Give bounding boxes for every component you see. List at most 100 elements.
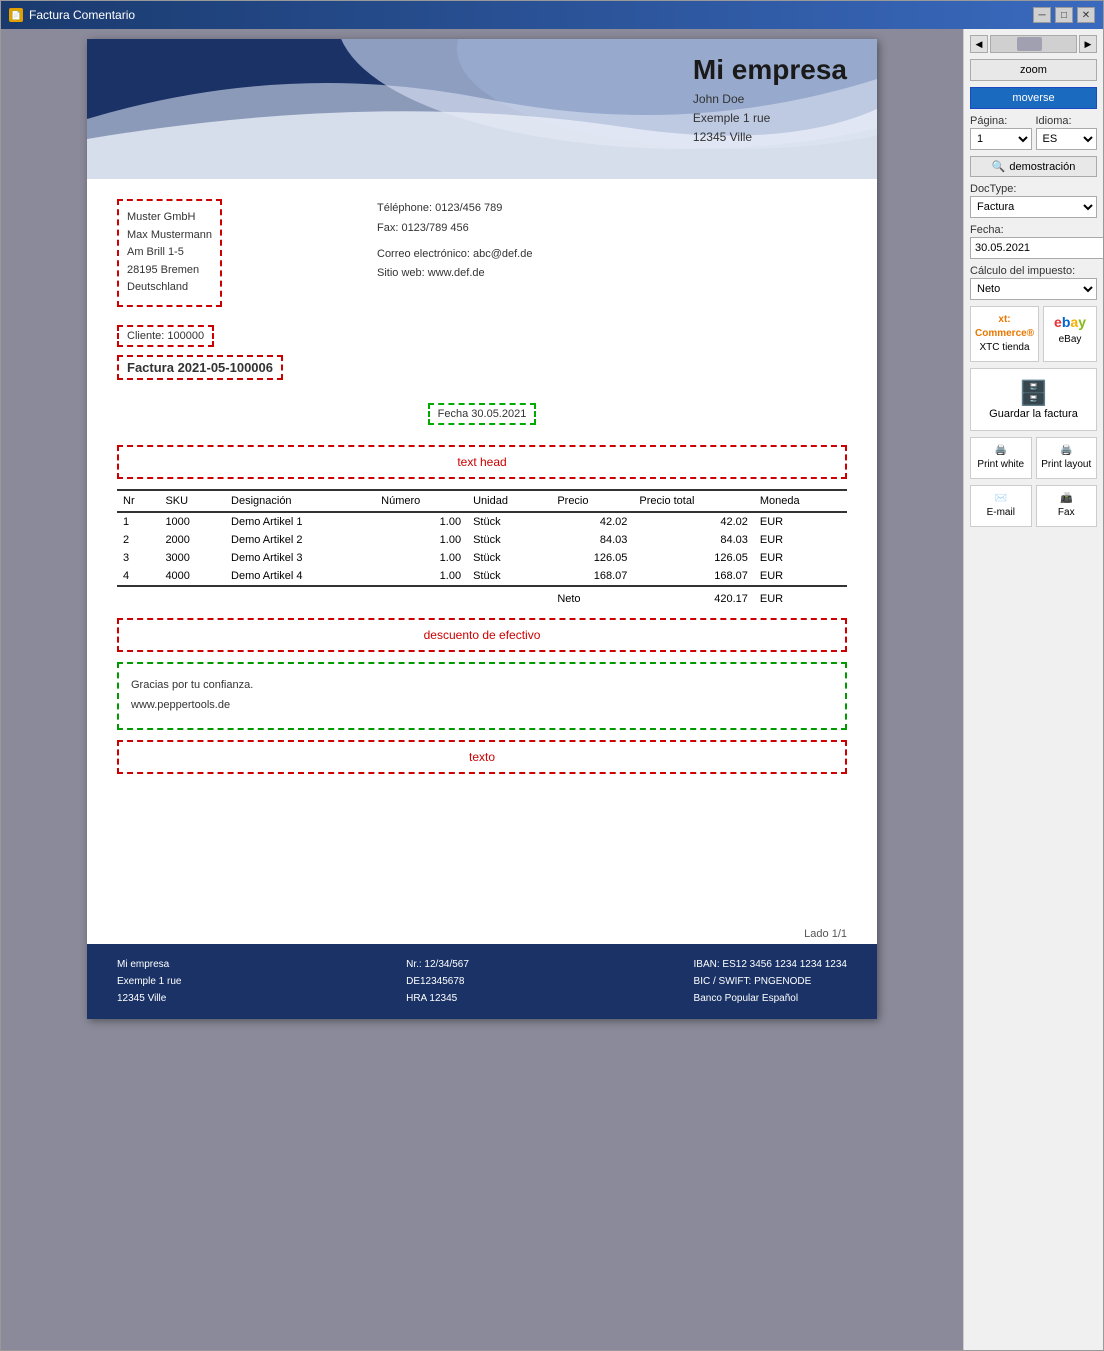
footer-company: Mi empresa	[117, 956, 181, 973]
minimize-button[interactable]: ─	[1033, 7, 1051, 23]
scroll-track[interactable]	[990, 35, 1077, 53]
xtc-button[interactable]: xt:Commerce® XTC tienda	[970, 306, 1039, 362]
page-indicator: Lado 1/1	[87, 924, 877, 944]
fax-label: Fax	[1041, 506, 1093, 520]
contact-address: Exemple 1 rue	[693, 109, 847, 128]
email-line: Correo electrónico: abc@def.de	[377, 245, 847, 265]
fecha-input[interactable]	[970, 237, 1103, 259]
footer-de: DE12345678	[406, 973, 469, 990]
ebay-label: eBay	[1048, 333, 1092, 347]
footer-address: Exemple 1 rue	[117, 973, 181, 990]
footer-col1: Mi empresa Exemple 1 rue 12345 Ville	[117, 956, 181, 1007]
scroll-left-arrow[interactable]: ◀	[970, 35, 988, 53]
cell-total: 168.07	[633, 567, 754, 586]
recipient-line2: Max Mustermann	[127, 227, 212, 245]
scroll-thumb	[1017, 37, 1043, 51]
print-layout-icon: 🖨️	[1041, 444, 1093, 458]
invoice-document: Mi empresa John Doe Exemple 1 rue 12345 …	[87, 39, 877, 1019]
app-window: 📄 Factura Comentario ─ □ ✕	[0, 0, 1104, 1351]
print-white-button[interactable]: 🖨️ Print white	[970, 437, 1032, 479]
doctype-label: DocType:	[970, 183, 1097, 195]
cell-desc: Demo Artikel 3	[225, 549, 375, 567]
fecha-label: Fecha:	[970, 224, 1097, 236]
cell-unit: Stück	[467, 512, 551, 531]
search-icon: 🔍	[992, 160, 1006, 173]
page-select[interactable]: 1	[970, 128, 1032, 150]
save-label: Guardar la factura	[975, 408, 1092, 420]
col-price: Precio	[551, 490, 633, 512]
cell-desc: Demo Artikel 4	[225, 567, 375, 586]
zoom-button[interactable]: zoom	[970, 59, 1097, 81]
col-nr: Nr	[117, 490, 159, 512]
move-button[interactable]: moverse	[970, 87, 1097, 109]
footer-bic: BIC / SWIFT: PNGENODE	[694, 973, 847, 990]
cell-total: 84.03	[633, 531, 754, 549]
website-line: Sitio web: www.def.de	[377, 264, 847, 284]
email-button[interactable]: ✉️ E-mail	[970, 485, 1032, 527]
cell-unit: Stück	[467, 549, 551, 567]
invoice-footer: Mi empresa Exemple 1 rue 12345 Ville Nr.…	[87, 944, 877, 1019]
cell-nr: 2	[117, 531, 159, 549]
close-button[interactable]: ✕	[1077, 7, 1095, 23]
col-desc: Designación	[225, 490, 375, 512]
tax-select[interactable]: Neto	[970, 278, 1097, 300]
footer-nr: Nr.: 12/34/567	[406, 956, 469, 973]
text-head-box: text head	[117, 445, 847, 479]
xtc-label: XTC tienda	[975, 341, 1034, 355]
thank-you-box: Gracias por tu confianza. www.peppertool…	[117, 662, 847, 730]
print-layout-button[interactable]: 🖨️ Print layout	[1036, 437, 1098, 479]
scroll-right-arrow[interactable]: ▶	[1079, 35, 1097, 53]
neto-label: Neto	[551, 586, 633, 608]
neto-label-cell	[117, 586, 551, 608]
app-icon: 📄	[9, 8, 23, 22]
xtc-logo: xt:Commerce®	[975, 313, 1034, 341]
print-icons: 🖨️ Print white 🖨️ Print layout	[970, 437, 1097, 479]
neto-currency: EUR	[754, 586, 847, 608]
recipient-line3: Am Brill 1-5	[127, 244, 212, 262]
cell-total: 126.05	[633, 549, 754, 567]
title-bar: 📄 Factura Comentario ─ □ ✕	[1, 1, 1103, 29]
cell-unit: Stück	[467, 567, 551, 586]
recipient-line4: 28195 Bremen	[127, 262, 212, 280]
cell-sku: 2000	[159, 531, 225, 549]
cell-sku: 3000	[159, 549, 225, 567]
table-row: 3 3000 Demo Artikel 3 1.00 Stück 126.05 …	[117, 549, 847, 567]
invoice-number-box: Factura 2021-05-100006	[117, 355, 283, 380]
footer-bank: Banco Popular Español	[694, 990, 847, 1007]
cell-qty: 1.00	[375, 531, 467, 549]
print-white-label: Print white	[975, 458, 1027, 472]
thank-you-line1: Gracias por tu confianza.	[131, 676, 833, 696]
recipient-line1: Muster GmbH	[127, 209, 212, 227]
phone-line: Téléphone: 0123/456 789	[377, 199, 847, 219]
cell-currency: EUR	[754, 512, 847, 531]
demo-search-button[interactable]: 🔍 demostración	[970, 156, 1097, 177]
fax-button[interactable]: 📠 Fax	[1036, 485, 1098, 527]
cell-sku: 1000	[159, 512, 225, 531]
cell-price: 126.05	[551, 549, 633, 567]
platform-icons: xt:Commerce® XTC tienda ebay eBay	[970, 306, 1097, 362]
cell-desc: Demo Artikel 2	[225, 531, 375, 549]
print-layout-label: Print layout	[1041, 458, 1093, 472]
footer-iban: IBAN: ES12 3456 1234 1234 1234	[694, 956, 847, 973]
fax-line: Fax: 0123/789 456	[377, 219, 847, 239]
thank-you-line2: www.peppertools.de	[131, 696, 833, 716]
email-icon: ✉️	[975, 492, 1027, 506]
cell-sku: 4000	[159, 567, 225, 586]
language-select[interactable]: ES DE EN	[1036, 128, 1098, 150]
maximize-button[interactable]: □	[1055, 7, 1073, 23]
cell-currency: EUR	[754, 531, 847, 549]
col-currency: Moneda	[754, 490, 847, 512]
contact-info: Téléphone: 0123/456 789 Fax: 0123/789 45…	[377, 199, 847, 284]
save-invoice-button[interactable]: 🗄️ Guardar la factura	[970, 368, 1097, 431]
cell-nr: 3	[117, 549, 159, 567]
save-icon: 🗄️	[975, 379, 1092, 408]
window-controls: ─ □ ✕	[1033, 7, 1095, 23]
invoice-header: Mi empresa John Doe Exemple 1 rue 12345 …	[87, 39, 877, 179]
col-sku: SKU	[159, 490, 225, 512]
doctype-select[interactable]: Factura	[970, 196, 1097, 218]
recipient-address-box: Muster GmbH Max Mustermann Am Brill 1-5 …	[117, 199, 222, 307]
email-label: E-mail	[975, 506, 1027, 520]
cell-currency: EUR	[754, 567, 847, 586]
demo-search-label: demostración	[1009, 161, 1075, 173]
ebay-button[interactable]: ebay eBay	[1043, 306, 1097, 362]
